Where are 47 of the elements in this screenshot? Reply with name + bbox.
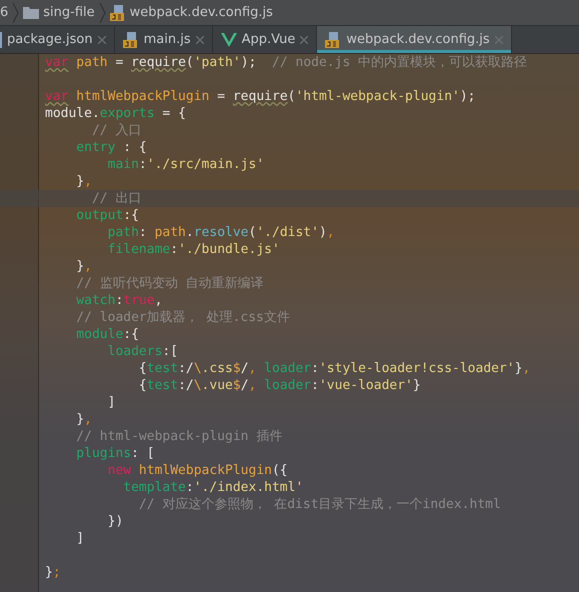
code-line: // 入口: [90, 123, 142, 138]
folder-icon: [23, 6, 40, 19]
code-line: watch:true,: [75, 293, 162, 308]
code-line: },: [75, 259, 92, 274]
code-line: output:{: [75, 208, 139, 223]
js-file-icon: [110, 4, 126, 20]
code-line: },: [75, 174, 92, 189]
code-line: module:{: [75, 327, 139, 342]
code-line: var path = require('path'); // node.js 中的内置模块，可以获取路径: [45, 55, 528, 70]
code-line: var htmlWebpackPlugin = require('html-webpack-plugin');: [45, 89, 476, 104]
code-line: }): [106, 514, 124, 529]
code-line: ]: [75, 531, 84, 546]
breadcrumb-item[interactable]: sing-file: [43, 5, 95, 20]
code-line: filename:'./bundle.js': [106, 242, 280, 257]
file-tab[interactable]: package.json: [0, 26, 115, 53]
code-line: loaders:[: [106, 344, 178, 359]
code-line: // 出口: [90, 191, 142, 206]
code-line: entry : {: [75, 140, 147, 155]
code-line: module.exports = {: [45, 106, 186, 121]
code-line: {test:/\.css$/, loader:'style-loader!css-loader'},: [138, 361, 530, 376]
code-line: new htmlWebpackPlugin({: [106, 463, 288, 478]
file-tab[interactable]: webpack.dev.config.js: [317, 26, 512, 53]
code-line: // loader加载器， 处理.css文件: [75, 310, 290, 325]
code-line: };: [45, 565, 61, 580]
code-line: plugins: [: [75, 446, 155, 461]
code-line: // html-webpack-plugin 插件: [75, 429, 282, 444]
js-file-icon: [122, 32, 139, 48]
code-line: template:'./index.html': [122, 480, 304, 495]
close-icon[interactable]: [494, 36, 503, 44]
code-line: {test:/\.vue$/, loader:'vue-loader'}: [138, 378, 421, 393]
chevron-icon: [12, 2, 20, 22]
file-tab[interactable]: main.js: [114, 26, 213, 53]
code-line: },: [75, 412, 92, 427]
code-line: main:'./src/main.js': [106, 157, 264, 172]
breadcrumb-item[interactable]: 6: [0, 5, 8, 20]
vue-icon: [220, 32, 237, 46]
close-icon[interactable]: [300, 36, 308, 44]
js-file-icon: [325, 32, 342, 48]
close-icon[interactable]: [98, 36, 106, 44]
close-icon[interactable]: [196, 36, 204, 44]
code-line: path: path.resolve('./dist'),: [106, 225, 335, 240]
chevron-icon: [98, 2, 106, 22]
file-tab[interactable]: App.Vue: [212, 26, 318, 53]
code-line: // 对应这个参照物， 在dist目录下生成，一个index.html: [138, 497, 501, 512]
breadcrumb-item[interactable]: webpack.dev.config.js: [130, 5, 273, 20]
code-line: // 监听代码变动 自动重新编译: [75, 276, 264, 291]
code-line: ]: [106, 395, 116, 410]
